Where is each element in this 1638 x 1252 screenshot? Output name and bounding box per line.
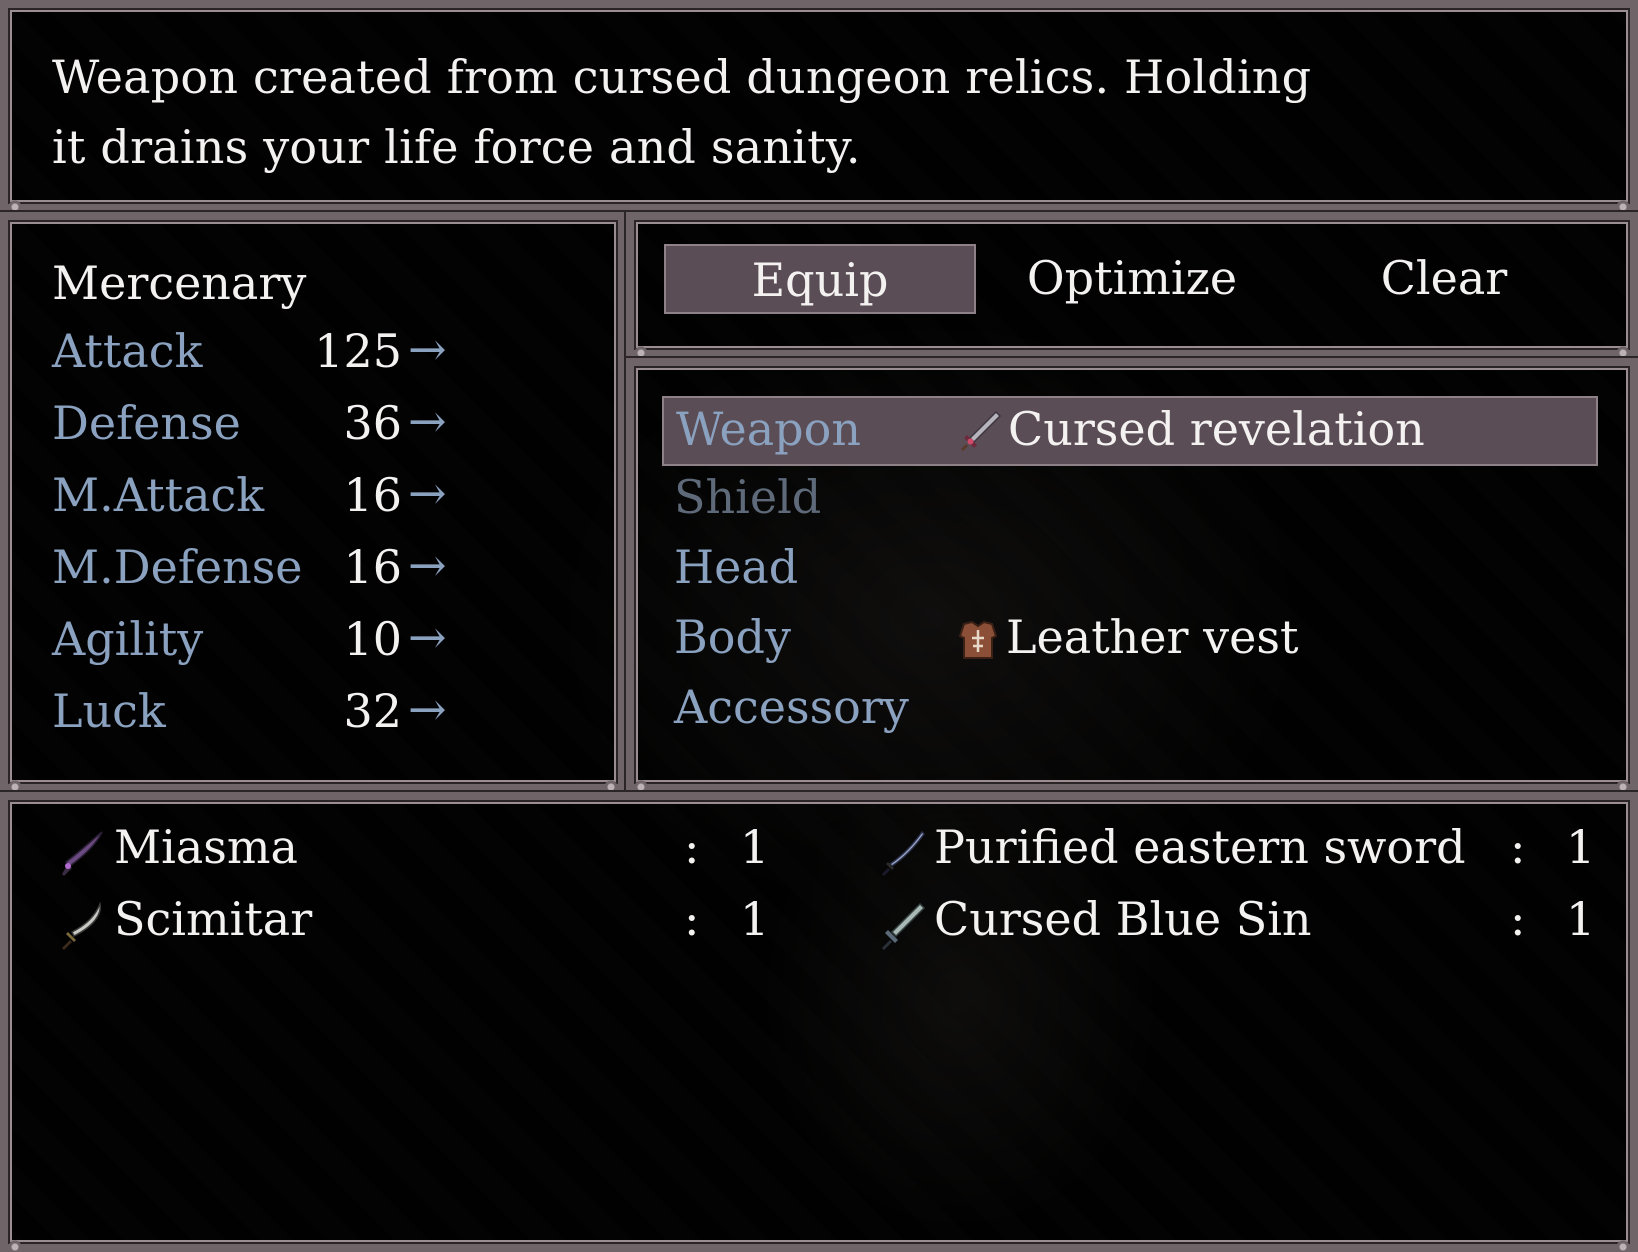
stat-value: 125 (314, 324, 402, 378)
item-name: Purified eastern sword (934, 820, 1466, 874)
stat-value: 36 (343, 396, 402, 450)
item-miasma[interactable]: Miasma : 1 (56, 820, 776, 890)
stat-label: M.Defense (52, 540, 303, 594)
slot-weapon[interactable]: Weapon Cursed revelation (662, 396, 1598, 466)
stat-label: Attack (52, 324, 203, 378)
item-count: 1 (1566, 820, 1596, 874)
item-description: Weapon created from cursed dungeon relic… (52, 42, 1452, 182)
item-separator: : (1510, 892, 1526, 946)
optimize-command[interactable]: Optimize (976, 244, 1288, 314)
slot-item-name: Leather vest (1006, 610, 1299, 664)
clear-command[interactable]: Clear (1288, 244, 1600, 314)
slot-item-name: Cursed revelation (1008, 402, 1425, 456)
right-arrow-icon: → (408, 466, 447, 520)
item-purified-eastern-sword[interactable]: Purified eastern sword : 1 (876, 820, 1606, 890)
right-arrow-icon: → (408, 394, 447, 448)
description-line-2: it drains your life force and sanity. (52, 120, 861, 174)
slot-head[interactable]: Head (662, 536, 1598, 606)
actor-name: Mercenary (52, 256, 307, 310)
sword-icon (961, 410, 1002, 451)
stat-label: Luck (52, 684, 166, 738)
slot-body[interactable]: Body Leather vest (662, 606, 1598, 676)
command-window: Equip Optimize Clear (626, 212, 1638, 360)
slot-shield[interactable]: Shield (662, 466, 1598, 536)
equip-command[interactable]: Equip (664, 244, 976, 314)
equip-slot-window: Weapon Cursed revelation Shield Head Bod… (626, 358, 1638, 794)
stat-label: M.Attack (52, 468, 265, 522)
stat-row-luck: Luck 32 → (52, 682, 572, 756)
description-line-1: Weapon created from cursed dungeon relic… (52, 50, 1312, 104)
stat-value: 10 (343, 612, 402, 666)
slot-label: Weapon (676, 402, 861, 456)
item-cursed-blue-sin[interactable]: Cursed Blue Sin : 1 (876, 892, 1606, 962)
dark-scythe-sword-icon (62, 831, 103, 876)
item-count: 1 (1566, 892, 1596, 946)
item-count: 1 (740, 892, 770, 946)
scimitar-icon (62, 901, 102, 950)
stat-label: Defense (52, 396, 241, 450)
item-separator: : (1510, 820, 1526, 874)
slot-label: Shield (674, 470, 822, 524)
katana-icon (882, 830, 925, 876)
stat-value: 16 (343, 468, 402, 522)
status-window: Mercenary Attack 125 → Defense 36 → M.At… (0, 212, 626, 794)
stat-row-m-defense: M.Defense 16 → (52, 538, 572, 612)
item-name: Scimitar (114, 892, 313, 946)
stat-value: 32 (343, 684, 402, 738)
stat-row-agility: Agility 10 → (52, 610, 572, 684)
item-count: 1 (740, 820, 770, 874)
stat-row-attack: Attack 125 → (52, 322, 572, 396)
slot-label: Accessory (674, 680, 909, 734)
armor-vest-icon (958, 620, 998, 659)
stat-value: 16 (343, 540, 402, 594)
slot-accessory[interactable]: Accessory (662, 676, 1598, 746)
blue-sword-icon (882, 902, 926, 950)
stat-row-defense: Defense 36 → (52, 394, 572, 468)
item-list-window: Miasma : 1 Purified eastern sword : 1 Sc… (0, 792, 1638, 1252)
slot-label: Head (674, 540, 799, 594)
item-separator: : (684, 892, 700, 946)
item-name: Cursed Blue Sin (934, 892, 1312, 946)
stat-label: Agility (52, 612, 204, 666)
right-arrow-icon: → (408, 682, 447, 736)
stat-row-m-attack: M.Attack 16 → (52, 466, 572, 540)
right-arrow-icon: → (408, 610, 447, 664)
slot-label: Body (674, 610, 791, 664)
right-arrow-icon: → (408, 322, 447, 376)
item-separator: : (684, 820, 700, 874)
item-name: Miasma (114, 820, 298, 874)
right-arrow-icon: → (408, 538, 447, 592)
item-scimitar[interactable]: Scimitar : 1 (56, 892, 776, 962)
help-window: Weapon created from cursed dungeon relic… (0, 0, 1638, 214)
